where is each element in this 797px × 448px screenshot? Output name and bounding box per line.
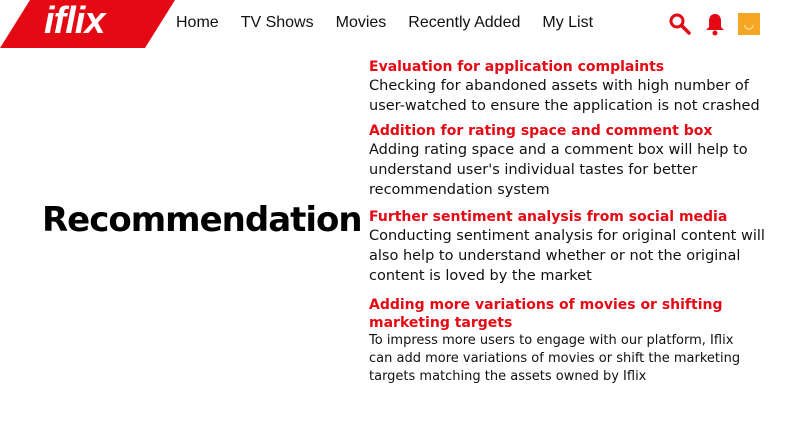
list-item: Adding more variations of movies or shif… (369, 296, 754, 386)
nav-recently-added[interactable]: Recently Added (408, 14, 520, 32)
item-body: Conducting sentiment analysis for origin… (369, 228, 765, 284)
item-body: To impress more users to engage with our… (369, 333, 741, 384)
item-heading: Further sentiment analysis from social m… (369, 209, 728, 225)
item-body: Adding rating space and a comment box wi… (369, 142, 748, 198)
main-nav: Home TV Shows Movies Recently Added My L… (176, 14, 593, 32)
nav-tv-shows[interactable]: TV Shows (241, 14, 314, 32)
iflix-logo[interactable]: iflix (0, 0, 175, 48)
avatar[interactable]: ◡ (738, 13, 760, 35)
item-body: Checking for abandoned assets with high … (369, 78, 760, 114)
nav-home[interactable]: Home (176, 14, 219, 32)
nav-movies[interactable]: Movies (336, 14, 387, 32)
header-icons: ◡ (668, 12, 760, 36)
page-title: Recommendation (42, 200, 363, 240)
item-heading: Adding more variations of movies or shif… (369, 297, 723, 331)
item-heading: Addition for rating space and comment bo… (369, 123, 713, 139)
list-item: Further sentiment analysis from social m… (369, 208, 769, 286)
nav-my-list[interactable]: My List (542, 14, 593, 32)
recommendation-list: Evaluation for application complaints Che… (369, 58, 769, 392)
list-item: Addition for rating space and comment bo… (369, 122, 769, 200)
bell-icon[interactable] (704, 12, 726, 36)
item-heading: Evaluation for application complaints (369, 59, 665, 75)
list-item: Evaluation for application complaints Che… (369, 58, 769, 116)
search-icon[interactable] (668, 12, 692, 36)
